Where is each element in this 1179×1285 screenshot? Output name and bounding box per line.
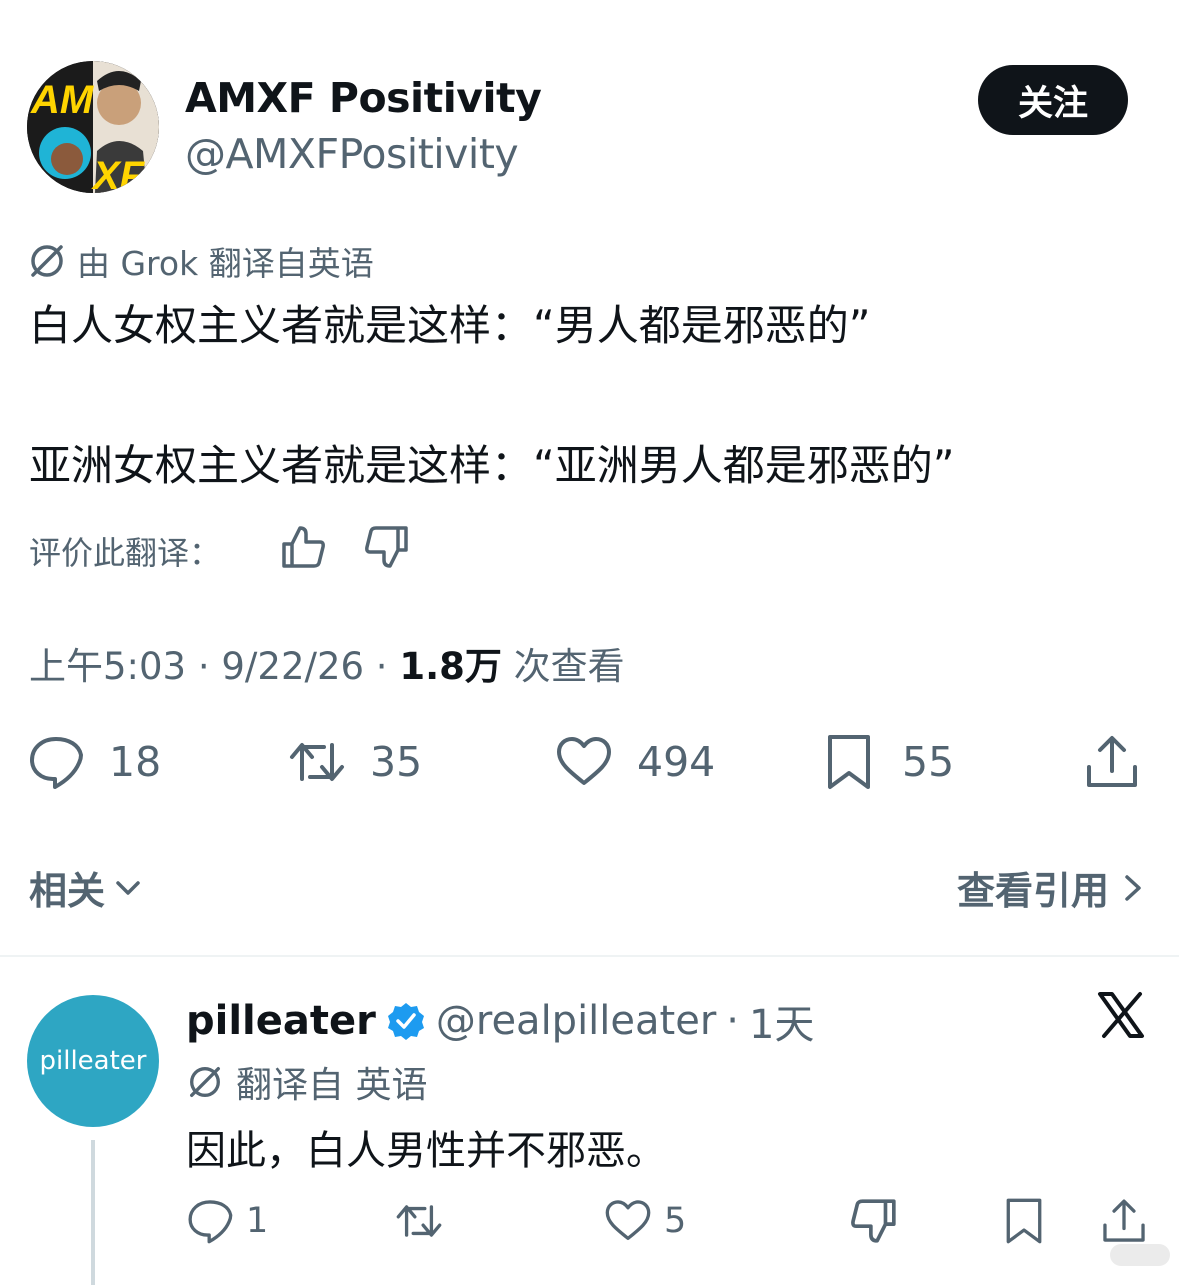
reply-reply-button[interactable]: 1 [186, 1196, 268, 1246]
avatar[interactable]: AM XF [27, 61, 159, 193]
tweet-text-line1: 白人女权主义者就是这样：“男人都是邪恶的” [29, 301, 871, 350]
reply-avatar[interactable]: pilleater [27, 995, 159, 1127]
view-quotes-label: 查看引用 [956, 869, 1109, 913]
reply-retweet-button[interactable] [395, 1196, 443, 1246]
reply-text: 因此，白人男性并不邪恶。 [186, 1128, 666, 1174]
avatar-illustration: AM XF [27, 61, 159, 193]
retweet-count: 35 [370, 738, 423, 786]
bookmark-button[interactable]: 55 [820, 732, 954, 792]
reply-translation-note: 翻译自 英语 [186, 1056, 427, 1108]
reply-display-name[interactable]: pilleater [186, 998, 376, 1044]
related-dropdown[interactable]: 相关 [29, 860, 143, 915]
retweet-button[interactable]: 35 [288, 732, 422, 792]
translation-note: 由 Grok 翻译自英语 [27, 237, 374, 285]
share-icon [1103, 1199, 1145, 1242]
retweet-icon [396, 1205, 442, 1237]
tweet-text-line2: 亚洲女权主义者就是这样：“亚洲男人都是邪恶的” [29, 441, 955, 490]
verified-badge-icon [387, 1003, 424, 1040]
thumbs-down-icon [851, 1199, 896, 1243]
retweet-icon [290, 743, 344, 781]
like-count: 494 [637, 738, 716, 786]
svg-text:XF: XF [91, 154, 146, 193]
x-logo-icon [1096, 990, 1146, 1040]
reply-icon [30, 737, 83, 789]
svg-text:AM: AM [30, 78, 95, 122]
translate-icon [31, 245, 63, 277]
heart-icon [605, 1200, 651, 1241]
watermark-bar [1110, 1244, 1170, 1266]
bookmark-icon [1006, 1198, 1042, 1244]
translate-icon [190, 1067, 220, 1097]
related-label: 相关 [29, 869, 106, 913]
tweet-timestamp: 上午5:03 · 9/22/26 · 1.8万 次查看 [29, 645, 625, 688]
share-button[interactable] [1083, 732, 1141, 792]
views-count: 1.8万 [399, 645, 502, 688]
rate-translation-label: 评价此翻译： [29, 534, 222, 572]
reply-header: pilleater @realpilleater · 1天 [186, 992, 814, 1050]
view-quotes-link[interactable]: 查看引用 [957, 860, 1145, 915]
reply-like-count: 5 [664, 1201, 687, 1241]
bookmark-icon [828, 735, 870, 789]
reply-button[interactable]: 18 [27, 732, 161, 792]
reply-reply-count: 1 [246, 1201, 269, 1241]
reply-bookmark-button[interactable] [1000, 1196, 1048, 1246]
translation-note-text: 由 Grok 翻译自英语 [77, 244, 374, 283]
reply-like-button[interactable]: 5 [604, 1196, 686, 1246]
reply-avatar-text: pilleater [39, 1046, 147, 1076]
thumbs-down-icon[interactable] [364, 524, 410, 570]
divider [0, 955, 1179, 957]
thumbs-up-icon[interactable] [280, 524, 326, 570]
reply-share-button[interactable] [1100, 1196, 1148, 1246]
views-label: 次查看 [513, 645, 625, 688]
chevron-down-icon [116, 880, 140, 895]
bookmark-count: 55 [902, 738, 955, 786]
reply-time[interactable]: 1天 [749, 992, 814, 1050]
display-name[interactable]: AMXF Positivity [185, 74, 542, 122]
tweet-date[interactable]: 9/22/26 [221, 645, 364, 688]
reply-dislike-button[interactable] [850, 1196, 898, 1246]
tweet-time[interactable]: 上午5:03 [29, 645, 186, 688]
reply-count: 18 [109, 738, 162, 786]
thread-line [91, 1140, 95, 1285]
heart-icon [557, 737, 611, 785]
reply-icon [188, 1200, 233, 1244]
user-handle[interactable]: @AMXFPositivity [185, 130, 519, 178]
chevron-right-icon [1125, 874, 1141, 901]
reply-translation-text: 翻译自 英语 [236, 1065, 428, 1106]
like-button[interactable]: 494 [555, 732, 715, 792]
share-icon [1087, 736, 1137, 787]
follow-button[interactable]: 关注 [978, 65, 1128, 135]
reply-handle[interactable]: @realpilleater [436, 998, 716, 1044]
